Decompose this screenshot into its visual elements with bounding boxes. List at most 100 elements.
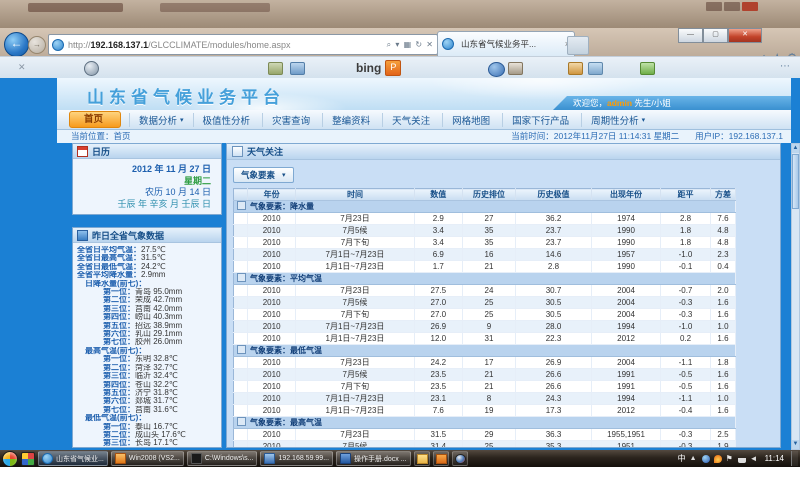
toolbar-camera-icon[interactable] — [508, 62, 523, 75]
column-header: 时间 — [296, 189, 414, 201]
nav-item[interactable]: 数据分析▾ — [129, 113, 193, 127]
tab-title[interactable]: 山东省气候业务平... — [461, 38, 562, 50]
nav-item[interactable]: 网格地图 — [442, 113, 502, 127]
background-window-title — [28, 3, 123, 12]
scrollbar-thumb[interactable] — [792, 154, 799, 209]
bing-logo[interactable]: bing P — [356, 60, 401, 76]
taskbar-task[interactable]: 山东省气候业... — [38, 451, 108, 466]
toolbar-globe-icon[interactable] — [488, 62, 505, 77]
window-caption-buttons: — ▢ ✕ — [678, 28, 762, 43]
quick-launch-icon[interactable] — [21, 452, 35, 466]
column-header: 距平 — [661, 189, 711, 201]
address-bar[interactable]: http://192.168.137.1/GLCCLIMATE/modules/… — [48, 34, 438, 55]
screenshot-bottom-margin — [0, 467, 800, 500]
user-ip: 用户IP：192.168.137.1 — [695, 130, 783, 143]
nav-item[interactable]: 周期性分析▾ — [581, 113, 654, 127]
app-flame-icon[interactable] — [714, 455, 722, 463]
chevron-down-icon: ▾ — [180, 116, 184, 124]
list-item: 第一位：东明 32.8℃ — [77, 355, 220, 363]
chevron-down-icon: ▾ — [642, 116, 646, 124]
volume-icon[interactable]: ◄ — [750, 455, 758, 463]
background-window-title-2 — [160, 3, 270, 12]
browser-tab[interactable]: 山东省气候业务平... × — [437, 31, 575, 56]
list-item: 第七位：胶州 26.0mm — [77, 338, 220, 346]
toolbar-card-icon[interactable] — [268, 62, 283, 75]
nav-item[interactable]: 整编资料 — [322, 113, 382, 127]
toolbar-plugin-icon[interactable] — [640, 62, 655, 75]
forward-button[interactable]: → — [28, 36, 46, 54]
collapse-icon[interactable] — [237, 345, 246, 354]
table-row: 20107月5候23.52126.61991-0.51.6 — [234, 369, 736, 381]
list-item: 第七位：莒南 31.6℃ — [77, 406, 220, 414]
nav-item[interactable]: 灾害查询 — [262, 113, 322, 127]
panel-page-icon — [232, 146, 243, 157]
toolbar-overflow-icon[interactable]: ⋯ — [780, 61, 792, 72]
column-header: 方差 — [710, 189, 735, 201]
weather-focus-body: 气象要素▾ 年份时间数值历史排位历史极值出现年份距平方差气象要素：降水量2010… — [227, 160, 780, 448]
element-dropdown-button[interactable]: 气象要素▾ — [233, 167, 294, 183]
url-text[interactable]: http://192.168.137.1/GLCCLIMATE/modules/… — [68, 40, 387, 50]
taskbar: 山东省气候业... Win2008 (VS2... C:\Windows\s..… — [0, 450, 800, 467]
network-globe-icon[interactable] — [702, 455, 710, 463]
toolbar-app-icon[interactable] — [84, 61, 99, 76]
scroll-down-arrow-icon[interactable]: ▼ — [792, 440, 799, 449]
nav-item[interactable]: 国家下行产品 — [502, 113, 581, 127]
task-icon — [191, 453, 202, 464]
action-center-flag-icon[interactable]: ⚑ — [726, 455, 734, 463]
task-icon — [42, 453, 53, 464]
table-group-row[interactable]: 气象要素：降水量 — [234, 201, 736, 213]
hidden-icons-arrow[interactable]: ▲ — [690, 455, 698, 463]
back-button[interactable]: ← — [4, 32, 29, 57]
nav-item[interactable]: 天气关注 — [382, 113, 442, 127]
weather-focus-panel: 天气关注 气象要素▾ 年份时间数值历史排位历史极值出现年份距平方差气象要素：降水… — [226, 143, 781, 448]
maximize-button[interactable]: ▢ — [703, 28, 728, 43]
toolbar-close-icon[interactable]: ✕ — [18, 62, 26, 73]
address-bar-icons[interactable]: ⌕ ▾ ▦ ↻ ✕ — [387, 40, 434, 50]
explorer-icon[interactable] — [414, 451, 430, 466]
language-indicator[interactable]: 中 — [678, 453, 686, 464]
page-scrollbar[interactable]: ▲ ▼ — [791, 143, 800, 450]
scroll-up-arrow-icon[interactable]: ▲ — [792, 144, 799, 153]
collapse-icon[interactable] — [237, 273, 246, 282]
site-header: 山东省气候业务平台 欢迎您，admin 先生/小姐 — [57, 78, 791, 112]
weather-focus-header: 天气关注 — [227, 144, 780, 160]
show-desktop-button[interactable] — [791, 451, 798, 466]
close-button[interactable]: ✕ — [728, 28, 762, 43]
start-button[interactable] — [2, 451, 18, 467]
weather-table: 年份时间数值历史排位历史极值出现年份距平方差气象要素：降水量20107月23日2… — [233, 188, 736, 448]
background-window-strip — [0, 0, 800, 28]
taskbar-task[interactable]: Win2008 (VS2... — [111, 451, 184, 466]
screen: ← → http://192.168.137.1/GLCCLIMATE/modu… — [0, 0, 800, 500]
table-row: 20107月5候31.42535.31951-0.31.9 — [234, 441, 736, 449]
nav-item[interactable]: 极值性分析 — [193, 113, 263, 127]
toolbar-mail-icon[interactable] — [290, 62, 305, 75]
table-group-row[interactable]: 气象要素：最低气温 — [234, 345, 736, 357]
table-row: 20107月23日27.52430.72004-0.72.0 — [234, 285, 736, 297]
collapse-icon[interactable] — [237, 417, 246, 426]
nav-item[interactable]: 首页 — [69, 111, 121, 128]
bing-orange-icon[interactable]: P — [385, 60, 401, 76]
minimize-button[interactable]: — — [678, 28, 703, 43]
task-icon — [115, 453, 126, 464]
media-player-icon[interactable] — [452, 451, 468, 466]
calendar-line: 农历 10 月 14 日 — [77, 187, 211, 199]
list-item: 第一位：青岛 95.0mm — [77, 288, 220, 296]
taskbar-clock[interactable]: 11:14 — [762, 454, 787, 463]
yesterday-panel-title: 昨日全省气象数据 — [92, 229, 164, 242]
table-group-row[interactable]: 气象要素：最高气温 — [234, 417, 736, 429]
taskbar-task[interactable]: 操作手册.docx ... — [336, 451, 411, 466]
toolbar-satellite-icon[interactable] — [568, 62, 583, 75]
table-row: 20107月下旬3.43523.719901.84.8 — [234, 237, 736, 249]
taskbar-task[interactable]: 192.168.59.99... — [260, 451, 333, 466]
collapse-icon[interactable] — [237, 201, 246, 210]
calendar-panel-header: 日历 — [73, 144, 221, 159]
taskbar-task[interactable]: C:\Windows\s... — [187, 451, 258, 466]
calendar-line: 壬辰 年 辛亥 月 壬辰 日 — [77, 199, 211, 211]
toolbar-share-icon[interactable] — [588, 62, 603, 75]
network-icon[interactable] — [738, 455, 746, 463]
table-group-row[interactable]: 气象要素：平均气温 — [234, 273, 736, 285]
list-item: 全省日平均气温：27.5℃ — [77, 246, 220, 254]
new-tab-button[interactable] — [567, 36, 589, 55]
table-row: 20107月下旬27.02530.52004-0.31.6 — [234, 309, 736, 321]
app-orange-icon[interactable] — [433, 451, 449, 466]
